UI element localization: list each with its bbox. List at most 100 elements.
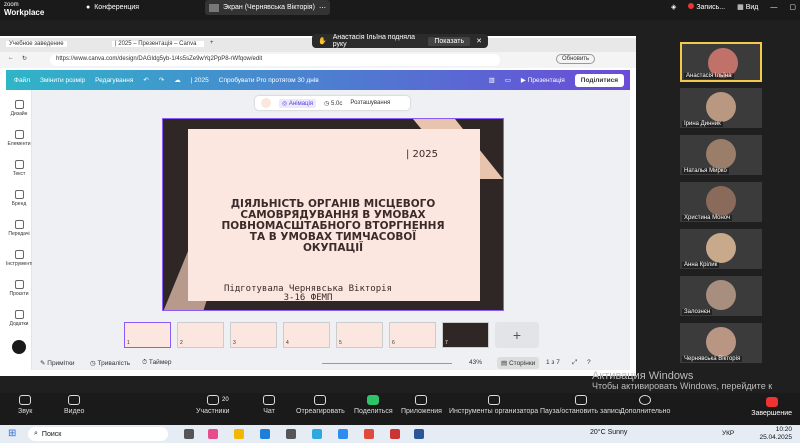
participant-tile[interactable]: Анна Крілик [680, 229, 762, 269]
notes-label: Примітки [47, 360, 75, 367]
zoom-level[interactable]: 43% [469, 359, 482, 366]
magic-pen-icon[interactable] [12, 340, 26, 354]
color-swatch[interactable] [261, 98, 271, 108]
meeting-info[interactable]: ● Конференция [86, 4, 139, 11]
timer-button[interactable]: ⏱ Таймер [142, 359, 172, 367]
slide-canvas[interactable]: | 2025 ДІЯЛЬНІСТЬ ОРГАНІВ МІСЦЕВОГО САМО… [162, 118, 504, 311]
tab-school[interactable]: Учебное заведение [6, 41, 67, 47]
participant-tile[interactable]: Чернявська Вікторія [680, 323, 762, 363]
chat-button[interactable]: Чат [263, 395, 275, 415]
duration-toggle[interactable]: ◷ Тривалість [90, 359, 130, 367]
sidebar-item-projects[interactable]: Проєкти [6, 280, 32, 297]
participant-tile[interactable]: Анастасія Ільїна [680, 42, 762, 82]
avatar [706, 139, 736, 169]
position-button[interactable]: Розташування [350, 100, 390, 106]
sidebar-item-design[interactable]: Дизайн [6, 100, 32, 117]
edge-icon[interactable] [260, 429, 270, 439]
raise-hand-banner: ✋ Анастасія Ільїна подняла руку Показать… [312, 34, 488, 48]
telegram-icon[interactable] [312, 429, 322, 439]
apps-button[interactable]: Приложения [401, 395, 442, 415]
minimize-icon[interactable]: — [770, 4, 777, 11]
fullscreen-icon[interactable]: ⤢ [572, 359, 577, 367]
refresh-icon[interactable]: ↻ [22, 55, 27, 62]
try-pro-button[interactable]: Спробувати Pro протягом 30 днів [219, 77, 319, 84]
avatar [706, 92, 736, 122]
sidebar-item-brand[interactable]: Бренд [6, 190, 32, 207]
help-icon[interactable]: ? [587, 359, 591, 366]
recording-indicator[interactable]: Запись... [688, 3, 725, 11]
slide-thumb[interactable]: 2 [177, 322, 224, 348]
doc-title[interactable]: | 2025 [191, 77, 209, 84]
store-icon[interactable] [286, 429, 296, 439]
comment-icon[interactable]: ▭ [505, 76, 511, 84]
pages-button[interactable]: ▤ Сторінки [497, 357, 540, 369]
more-button[interactable]: Дополнительно [620, 395, 670, 415]
taskbar-search[interactable]: ⌕ Поиск [28, 427, 168, 441]
zoom-icon[interactable] [338, 429, 348, 439]
video-button[interactable]: Видео [64, 395, 84, 415]
pdf-icon[interactable] [390, 429, 400, 439]
pause-recording-button[interactable]: Пауза/остановить запись [540, 395, 622, 415]
participant-tile[interactable]: Христина Моноч [680, 182, 762, 222]
end-button[interactable]: Завершение [751, 397, 792, 417]
word-icon[interactable] [414, 429, 424, 439]
notes-button[interactable]: ✎ Примітки [40, 359, 75, 367]
zoom-slider[interactable] [322, 363, 452, 364]
react-button[interactable]: Отреагировать [296, 395, 345, 415]
sidebar-item-elements[interactable]: Елементи [6, 130, 32, 147]
animation-button[interactable]: ◎ Анімація [279, 98, 317, 108]
audio-button[interactable]: Звук [18, 395, 32, 415]
slide-thumb[interactable]: 3 [230, 322, 277, 348]
participant-tile[interactable]: Наталья Мирко [680, 135, 762, 175]
participant-tile[interactable]: Залознєн [680, 276, 762, 316]
apps-icon [14, 310, 24, 319]
windows-start-icon[interactable]: ⊞ [8, 428, 16, 439]
undo-icon[interactable]: ↶ [143, 76, 148, 84]
shared-screen-chip[interactable]: Экран (Чернявська Вікторія) ⋯ [205, 0, 330, 15]
slide-thumb[interactable]: 1 [124, 322, 171, 348]
participant-tile[interactable]: Ірина Динник [680, 88, 762, 128]
chrome-icon[interactable] [364, 429, 374, 439]
show-button[interactable]: Показать [428, 36, 471, 46]
resize-button[interactable]: Змінити розмір [40, 77, 85, 84]
chart-icon[interactable]: ▥ [489, 76, 495, 84]
language-indicator[interactable]: УКР [722, 430, 734, 437]
share-button[interactable]: Поділитися [574, 73, 624, 87]
view-button[interactable]: ▦ Вид [737, 3, 758, 11]
shield-icon[interactable]: ◈ [671, 3, 676, 11]
close-icon[interactable]: ✕ [476, 37, 482, 45]
app-icon[interactable] [208, 429, 218, 439]
brand-icon [14, 190, 24, 199]
slide-thumb[interactable]: 5 [336, 322, 383, 348]
sidebar-item-apps[interactable]: Додатки [6, 310, 32, 327]
task-view-icon[interactable] [184, 429, 194, 439]
screen-chip-label: Экран (Чернявська Вікторія) [223, 4, 315, 11]
sidebar-item-tools[interactable]: Інструменти [6, 250, 34, 267]
more-icon[interactable]: ⋯ [319, 4, 326, 12]
slide-thumb[interactable]: 7 [442, 322, 489, 348]
add-slide-button[interactable]: + [495, 322, 539, 348]
update-button[interactable]: Обновить [556, 54, 596, 64]
maximize-icon[interactable]: ▢ [789, 3, 796, 11]
sidebar-item-uploads[interactable]: Передачі [6, 220, 32, 237]
duration-button[interactable]: ◷ 5.0с [324, 100, 342, 107]
share-screen-button[interactable]: Поделиться [354, 395, 393, 415]
present-button[interactable]: ▶ Презентація [521, 76, 565, 84]
sidebar-item-text[interactable]: Текст [6, 160, 32, 177]
video-label: Видео [64, 408, 85, 415]
url-input[interactable]: https://www.canva.com/design/DAGIdg5yb-1… [50, 54, 500, 66]
tab-canva[interactable]: | 2025 – Презентація – Canva [112, 41, 204, 47]
sidebar-label: Бренд [11, 201, 27, 207]
weather-widget[interactable]: 20°C Sunny [590, 429, 627, 436]
editing-dropdown[interactable]: Редагування [95, 77, 133, 84]
slide-thumb[interactable]: 6 [389, 322, 436, 348]
redo-icon[interactable]: ↷ [159, 76, 164, 84]
new-tab-icon[interactable]: + [210, 40, 214, 46]
slide-thumb[interactable]: 4 [283, 322, 330, 348]
file-explorer-icon[interactable] [234, 429, 244, 439]
back-icon[interactable]: ← [8, 55, 14, 61]
windows-taskbar: ⊞ ⌕ Поиск 20°C Sunny УКР 10:20 25.04.202… [0, 425, 800, 443]
clock[interactable]: 10:20 25.04.2025 [759, 426, 792, 442]
organizer-tools-button[interactable]: Инструменты организатора [449, 395, 538, 415]
file-menu[interactable]: Файл [14, 77, 30, 84]
